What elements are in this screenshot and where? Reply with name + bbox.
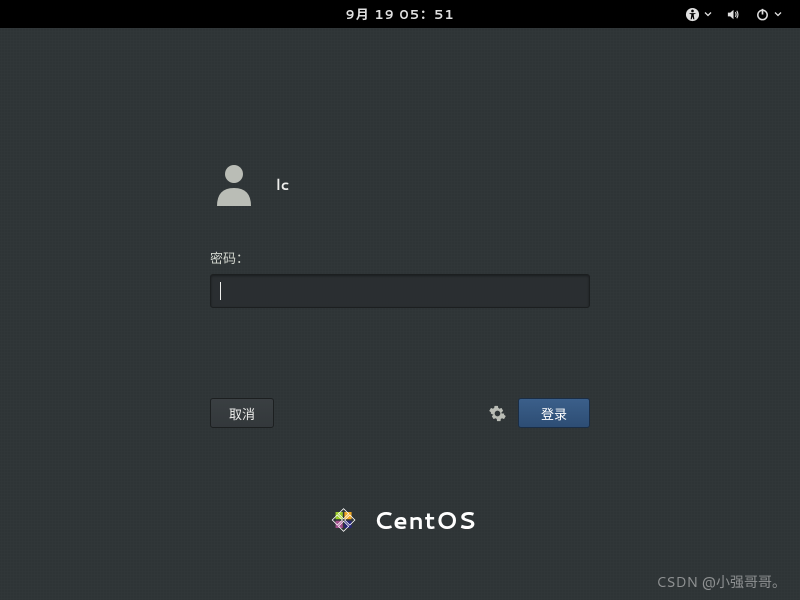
power-menu[interactable] — [755, 7, 782, 22]
user-avatar-icon — [210, 160, 258, 208]
speaker-icon — [726, 7, 741, 22]
login-button[interactable]: 登录 — [518, 398, 590, 428]
topbar: 9月 19 05：51 — [0, 0, 800, 28]
power-icon — [755, 7, 770, 22]
brand-name: CentOS — [374, 503, 477, 537]
cancel-button[interactable]: 取消 — [210, 398, 274, 428]
clock: 9月 19 05：51 — [345, 4, 454, 24]
topbar-status-area — [685, 7, 782, 22]
button-row: 取消 登录 — [210, 398, 590, 428]
branding: CentOS — [324, 500, 477, 540]
chevron-down-icon — [774, 10, 782, 18]
watermark: CSDN @小强哥哥。 — [656, 572, 786, 592]
user-row: lc — [210, 160, 590, 208]
text-caret — [220, 282, 221, 300]
login-panel: lc 密码： 取消 登录 — [210, 160, 590, 428]
password-input[interactable] — [210, 274, 590, 308]
username-label: lc — [276, 174, 289, 195]
gear-icon — [489, 405, 506, 422]
centos-logo-icon — [324, 500, 364, 540]
accessibility-menu[interactable] — [685, 7, 712, 22]
session-options-button[interactable] — [489, 405, 506, 422]
accessibility-icon — [685, 7, 700, 22]
volume-icon[interactable] — [726, 7, 741, 22]
chevron-down-icon — [704, 10, 712, 18]
password-label: 密码： — [210, 248, 590, 268]
